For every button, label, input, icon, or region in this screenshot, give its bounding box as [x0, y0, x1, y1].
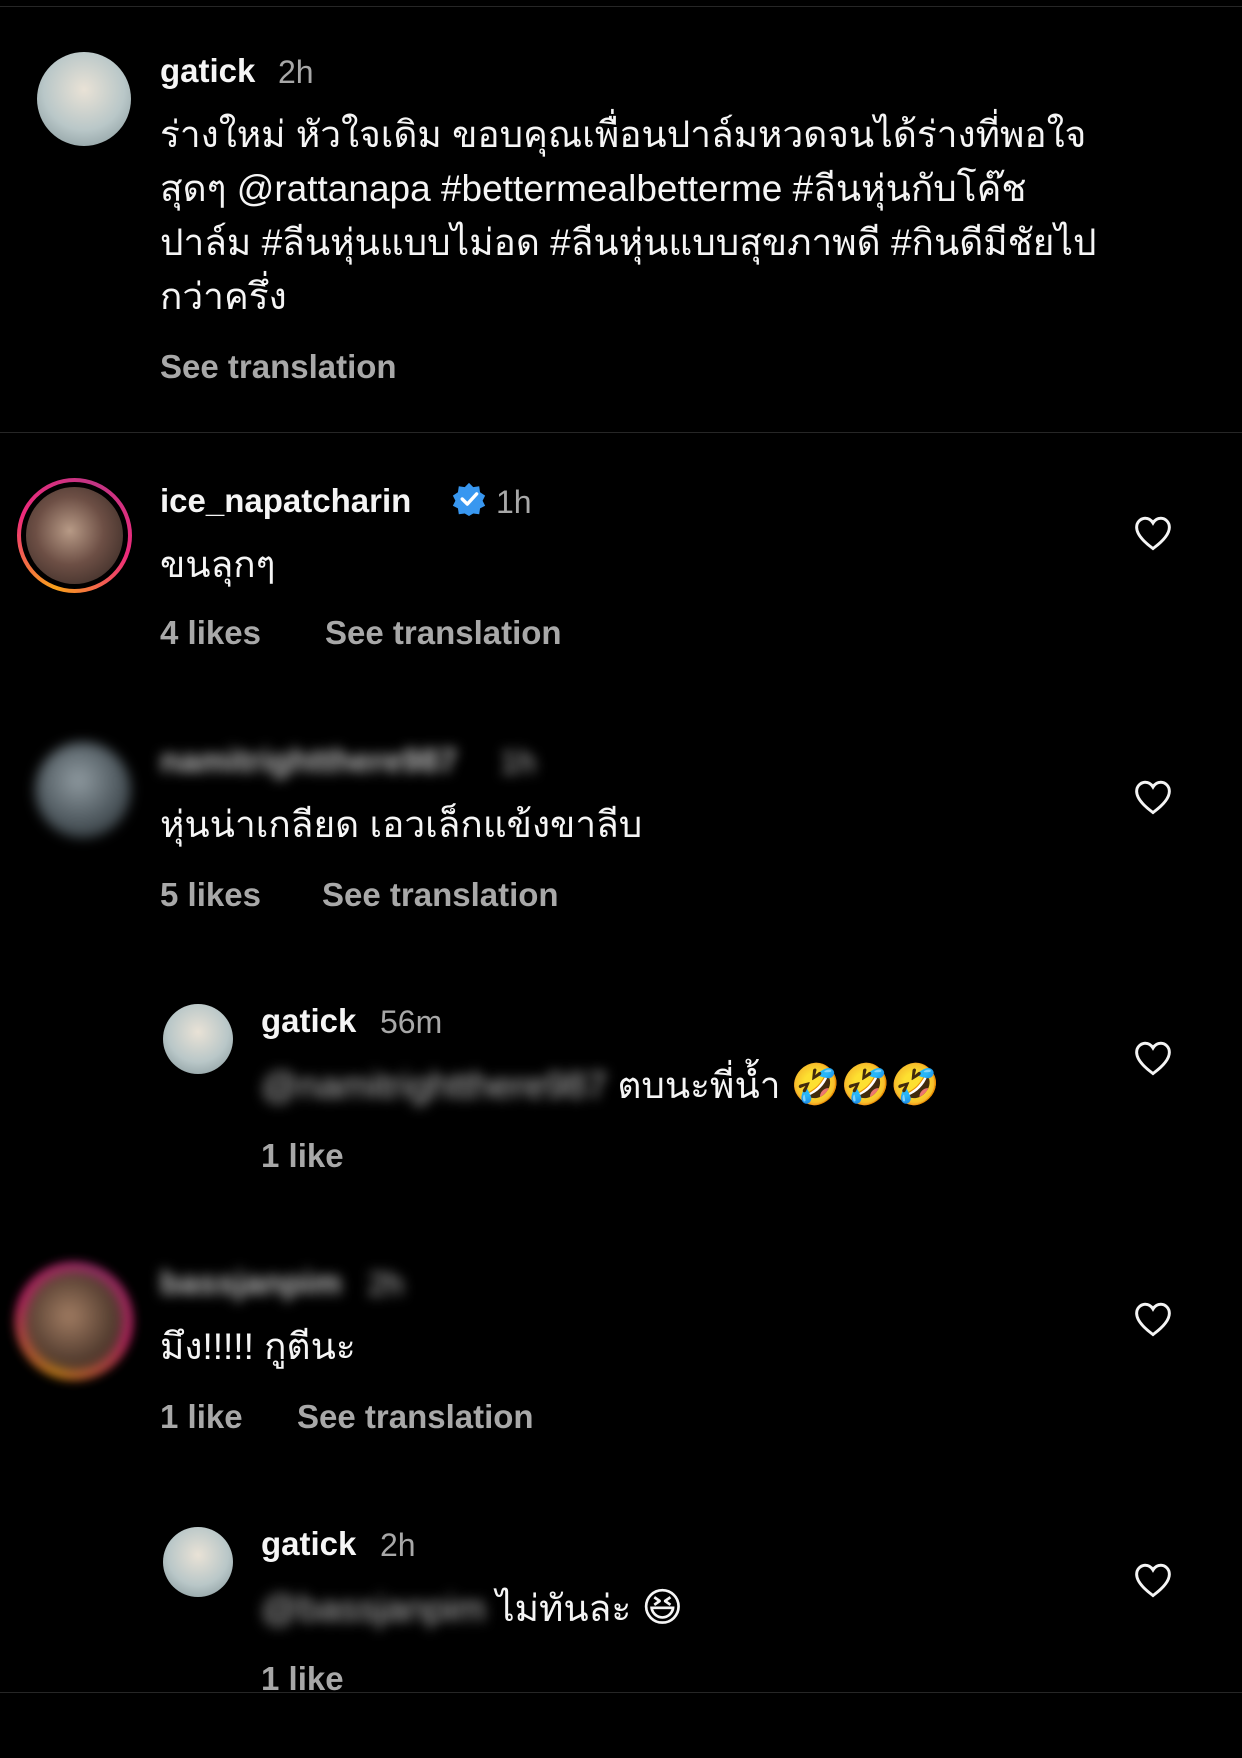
comment-username[interactable]: namitrightthere987 [160, 742, 457, 780]
reply-username[interactable]: gatick [261, 1002, 356, 1040]
comment-avatar[interactable] [24, 1271, 124, 1371]
caption-line-1: ร่างใหม่ หัวใจเดิม ขอบคุณเพื่อนปาล์มหวดจ… [160, 114, 1087, 155]
caption-time: 2h [278, 54, 314, 90]
reply-username[interactable]: gatick [261, 1525, 356, 1563]
reply-avatar[interactable] [163, 1527, 233, 1597]
reply-time: 56m [380, 1004, 443, 1040]
comment-text: มึง!!!!! กูตีนะ [160, 1326, 356, 1367]
caption-see-translation[interactable]: See translation [160, 348, 397, 386]
comment-likes[interactable]: 5 likes [160, 876, 261, 914]
comment-likes[interactable]: 4 likes [160, 614, 261, 652]
heart-outline-icon[interactable] [1133, 1040, 1173, 1076]
heart-outline-icon[interactable] [1133, 1301, 1173, 1337]
reply-likes[interactable]: 1 like [261, 1137, 344, 1175]
comment-text: หุ่นน่าเกลียด เอวเล็กแข้งขาลีบ [160, 804, 643, 845]
heart-outline-icon[interactable] [1133, 515, 1173, 551]
reply-text: ตบนะพี่น้ำ [617, 1065, 781, 1106]
comment-text: ขนลุกๆ [160, 544, 276, 585]
comment-see-translation[interactable]: See translation [325, 614, 562, 652]
reply-mention[interactable]: @namitrightthere987 [261, 1065, 607, 1106]
reply-time: 2h [380, 1527, 416, 1563]
caption-line-3: ปาล์ม #ลีนหุ่นแบบไม่อด #ลีนหุ่นแบบสุขภาพ… [160, 222, 1097, 263]
caption-line-2: สุดๆ @rattanapa #bettermealbetterme #ลีน… [160, 168, 1027, 209]
caption-avatar[interactable] [37, 52, 131, 146]
comment-time: 1h [500, 744, 536, 780]
comment-likes[interactable]: 1 like [160, 1398, 243, 1436]
caption-username[interactable]: gatick [160, 52, 255, 90]
comment-username[interactable]: ice_napatcharin [160, 482, 411, 520]
comment-see-translation[interactable]: See translation [297, 1398, 534, 1436]
comment-avatar[interactable] [26, 487, 123, 584]
top-divider [0, 6, 1242, 7]
reply-emoji: 🤣🤣🤣 [790, 1063, 941, 1107]
comment-time: 1h [496, 484, 532, 520]
bottom-bar [0, 1693, 1242, 1758]
heart-outline-icon[interactable] [1133, 779, 1173, 815]
comment-see-translation[interactable]: See translation [322, 876, 559, 914]
reply-avatar[interactable] [163, 1004, 233, 1074]
comment-username[interactable]: bassjanpim [160, 1264, 342, 1302]
comment-time: 2h [368, 1266, 404, 1302]
reply-mention[interactable]: @bassjanpim [261, 1588, 486, 1629]
reply-emoji: 😆 [641, 1586, 684, 1630]
verified-badge-icon [452, 482, 486, 516]
heart-outline-icon[interactable] [1133, 1562, 1173, 1598]
caption-divider [0, 432, 1242, 433]
caption-line-4: กว่าครึ่ง [160, 276, 287, 317]
reply-text: ไม่ทันล่ะ [496, 1588, 632, 1629]
comment-avatar[interactable] [35, 742, 131, 838]
